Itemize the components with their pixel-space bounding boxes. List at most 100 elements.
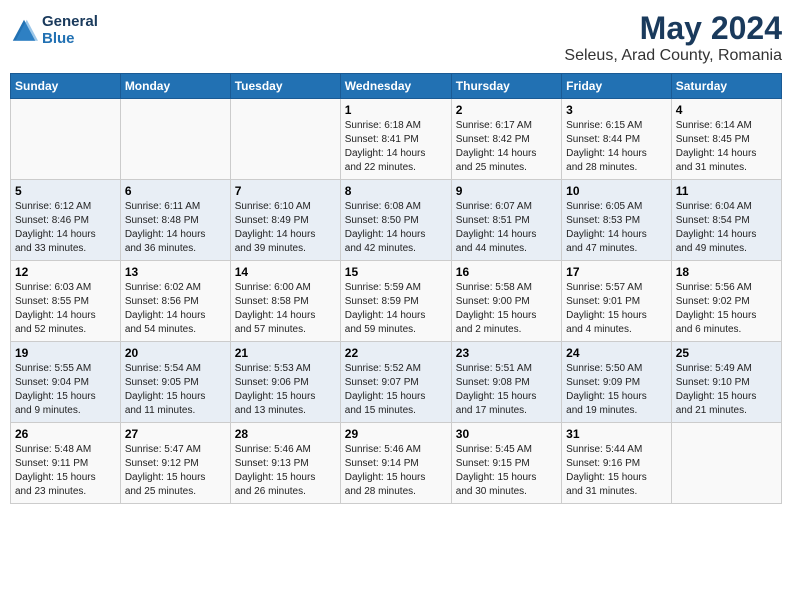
day-info: Sunrise: 5:44 AM Sunset: 9:16 PM Dayligh…: [566, 443, 667, 499]
day-cell: 19 Sunrise: 5:55 AM Sunset: 9:04 PM Dayli…: [11, 342, 121, 423]
day-info: Sunrise: 6:08 AM Sunset: 8:50 PM Dayligh…: [345, 200, 447, 256]
header-row: SundayMondayTuesdayWednesdayThursdayFrid…: [11, 74, 782, 99]
column-header-monday: Monday: [120, 74, 230, 99]
main-title: May 2024: [564, 10, 782, 47]
day-number: 24: [566, 346, 667, 360]
day-number: 9: [456, 184, 557, 198]
column-header-friday: Friday: [562, 74, 672, 99]
day-cell: [671, 423, 781, 504]
day-cell: 23 Sunrise: 5:51 AM Sunset: 9:08 PM Dayli…: [451, 342, 561, 423]
day-info: Sunrise: 5:45 AM Sunset: 9:15 PM Dayligh…: [456, 443, 557, 499]
day-number: 7: [235, 184, 336, 198]
week-row-4: 19 Sunrise: 5:55 AM Sunset: 9:04 PM Dayli…: [11, 342, 782, 423]
day-number: 22: [345, 346, 447, 360]
day-cell: 5 Sunrise: 6:12 AM Sunset: 8:46 PM Daylig…: [11, 180, 121, 261]
day-number: 29: [345, 427, 447, 441]
week-row-1: 1Sunrise: 6:18 AM Sunset: 8:41 PM Daylig…: [11, 99, 782, 180]
day-cell: 18 Sunrise: 5:56 AM Sunset: 9:02 PM Dayli…: [671, 261, 781, 342]
day-info: Sunrise: 6:11 AM Sunset: 8:48 PM Dayligh…: [125, 200, 226, 256]
day-cell: 16 Sunrise: 5:58 AM Sunset: 9:00 PM Dayli…: [451, 261, 561, 342]
day-number: 23: [456, 346, 557, 360]
day-number: 21: [235, 346, 336, 360]
day-cell: 6Sunrise: 6:11 AM Sunset: 8:48 PM Daylig…: [120, 180, 230, 261]
day-info: Sunrise: 5:57 AM Sunset: 9:01 PM Dayligh…: [566, 281, 667, 337]
day-number: 13: [125, 265, 226, 279]
day-number: 31: [566, 427, 667, 441]
day-number: 19: [15, 346, 116, 360]
day-cell: 10 Sunrise: 6:05 AM Sunset: 8:53 PM Dayli…: [562, 180, 672, 261]
day-info: Sunrise: 6:02 AM Sunset: 8:56 PM Dayligh…: [125, 281, 226, 337]
day-cell: 14 Sunrise: 6:00 AM Sunset: 8:58 PM Dayli…: [230, 261, 340, 342]
day-cell: 24Sunrise: 5:50 AM Sunset: 9:09 PM Dayli…: [562, 342, 672, 423]
day-info: Sunrise: 6:04 AM Sunset: 8:54 PM Dayligh…: [676, 200, 777, 256]
day-info: Sunrise: 5:48 AM Sunset: 9:11 PM Dayligh…: [15, 443, 116, 499]
logo-icon: [10, 17, 38, 45]
day-number: 11: [676, 184, 777, 198]
day-number: 3: [566, 103, 667, 117]
day-cell: [120, 99, 230, 180]
week-row-2: 5 Sunrise: 6:12 AM Sunset: 8:46 PM Daylig…: [11, 180, 782, 261]
day-cell: 22Sunrise: 5:52 AM Sunset: 9:07 PM Dayli…: [340, 342, 451, 423]
day-number: 14: [235, 265, 336, 279]
day-number: 20: [125, 346, 226, 360]
calendar-table: SundayMondayTuesdayWednesdayThursdayFrid…: [10, 73, 782, 504]
column-header-wednesday: Wednesday: [340, 74, 451, 99]
day-cell: 7 Sunrise: 6:10 AM Sunset: 8:49 PM Daylig…: [230, 180, 340, 261]
day-number: 25: [676, 346, 777, 360]
day-cell: 31 Sunrise: 5:44 AM Sunset: 9:16 PM Dayli…: [562, 423, 672, 504]
day-number: 1: [345, 103, 447, 117]
day-number: 12: [15, 265, 116, 279]
day-info: Sunrise: 6:05 AM Sunset: 8:53 PM Dayligh…: [566, 200, 667, 256]
day-cell: 15 Sunrise: 5:59 AM Sunset: 8:59 PM Dayli…: [340, 261, 451, 342]
day-cell: 30 Sunrise: 5:45 AM Sunset: 9:15 PM Dayli…: [451, 423, 561, 504]
day-info: Sunrise: 5:55 AM Sunset: 9:04 PM Dayligh…: [15, 362, 116, 418]
week-row-5: 26Sunrise: 5:48 AM Sunset: 9:11 PM Dayli…: [11, 423, 782, 504]
day-cell: 26Sunrise: 5:48 AM Sunset: 9:11 PM Dayli…: [11, 423, 121, 504]
day-number: 8: [345, 184, 447, 198]
day-cell: 28Sunrise: 5:46 AM Sunset: 9:13 PM Dayli…: [230, 423, 340, 504]
day-cell: 9 Sunrise: 6:07 AM Sunset: 8:51 PM Daylig…: [451, 180, 561, 261]
day-cell: 25 Sunrise: 5:49 AM Sunset: 9:10 PM Dayli…: [671, 342, 781, 423]
day-number: 27: [125, 427, 226, 441]
day-cell: 2 Sunrise: 6:17 AM Sunset: 8:42 PM Daylig…: [451, 99, 561, 180]
day-number: 4: [676, 103, 777, 117]
day-info: Sunrise: 6:07 AM Sunset: 8:51 PM Dayligh…: [456, 200, 557, 256]
day-info: Sunrise: 5:56 AM Sunset: 9:02 PM Dayligh…: [676, 281, 777, 337]
day-cell: 4 Sunrise: 6:14 AM Sunset: 8:45 PM Daylig…: [671, 99, 781, 180]
day-info: Sunrise: 5:46 AM Sunset: 9:14 PM Dayligh…: [345, 443, 447, 499]
day-info: Sunrise: 5:59 AM Sunset: 8:59 PM Dayligh…: [345, 281, 447, 337]
title-block: May 2024 Seleus, Arad County, Romania: [564, 10, 782, 65]
week-row-3: 12 Sunrise: 6:03 AM Sunset: 8:55 PM Dayli…: [11, 261, 782, 342]
day-cell: 17 Sunrise: 5:57 AM Sunset: 9:01 PM Dayli…: [562, 261, 672, 342]
day-info: Sunrise: 5:49 AM Sunset: 9:10 PM Dayligh…: [676, 362, 777, 418]
day-info: Sunrise: 6:14 AM Sunset: 8:45 PM Dayligh…: [676, 119, 777, 175]
day-cell: 27Sunrise: 5:47 AM Sunset: 9:12 PM Dayli…: [120, 423, 230, 504]
day-number: 17: [566, 265, 667, 279]
day-number: 15: [345, 265, 447, 279]
day-info: Sunrise: 6:15 AM Sunset: 8:44 PM Dayligh…: [566, 119, 667, 175]
day-cell: 12 Sunrise: 6:03 AM Sunset: 8:55 PM Dayli…: [11, 261, 121, 342]
day-info: Sunrise: 6:10 AM Sunset: 8:49 PM Dayligh…: [235, 200, 336, 256]
logo: General Blue: [10, 14, 98, 47]
day-number: 2: [456, 103, 557, 117]
day-info: Sunrise: 5:58 AM Sunset: 9:00 PM Dayligh…: [456, 281, 557, 337]
day-info: Sunrise: 5:54 AM Sunset: 9:05 PM Dayligh…: [125, 362, 226, 418]
day-info: Sunrise: 5:51 AM Sunset: 9:08 PM Dayligh…: [456, 362, 557, 418]
day-info: Sunrise: 6:03 AM Sunset: 8:55 PM Dayligh…: [15, 281, 116, 337]
day-number: 30: [456, 427, 557, 441]
day-number: 5: [15, 184, 116, 198]
day-info: Sunrise: 6:12 AM Sunset: 8:46 PM Dayligh…: [15, 200, 116, 256]
day-info: Sunrise: 6:17 AM Sunset: 8:42 PM Dayligh…: [456, 119, 557, 175]
day-cell: 3 Sunrise: 6:15 AM Sunset: 8:44 PM Daylig…: [562, 99, 672, 180]
day-cell: 20 Sunrise: 5:54 AM Sunset: 9:05 PM Dayli…: [120, 342, 230, 423]
column-header-saturday: Saturday: [671, 74, 781, 99]
column-header-tuesday: Tuesday: [230, 74, 340, 99]
day-number: 10: [566, 184, 667, 198]
day-number: 18: [676, 265, 777, 279]
day-info: Sunrise: 6:00 AM Sunset: 8:58 PM Dayligh…: [235, 281, 336, 337]
day-number: 16: [456, 265, 557, 279]
day-cell: [11, 99, 121, 180]
day-cell: 29 Sunrise: 5:46 AM Sunset: 9:14 PM Dayli…: [340, 423, 451, 504]
day-cell: 13 Sunrise: 6:02 AM Sunset: 8:56 PM Dayli…: [120, 261, 230, 342]
day-cell: 21Sunrise: 5:53 AM Sunset: 9:06 PM Dayli…: [230, 342, 340, 423]
